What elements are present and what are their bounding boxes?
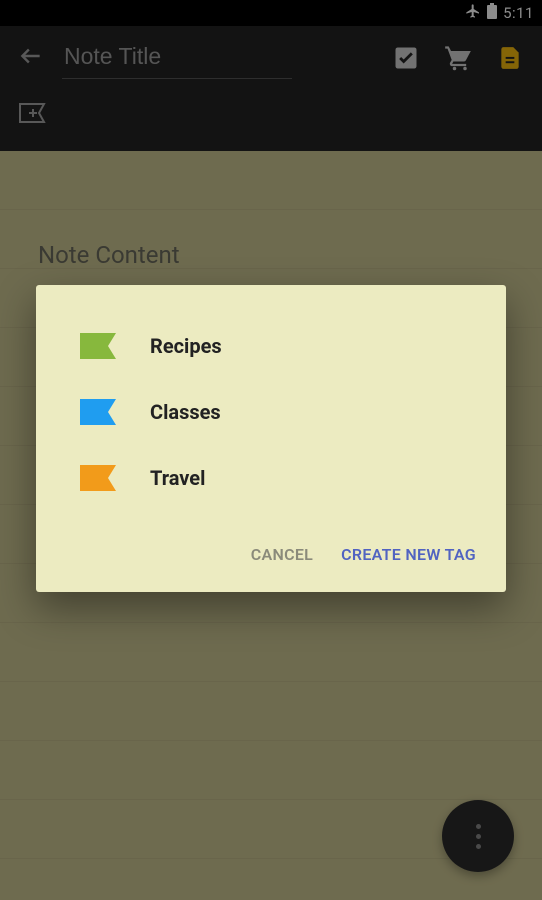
tag-label: Travel (150, 466, 205, 490)
tag-item-travel[interactable]: Travel (36, 445, 506, 511)
tag-flag-icon (80, 333, 116, 359)
create-new-tag-button[interactable]: CREATE NEW TAG (341, 545, 476, 564)
tag-label: Classes (150, 400, 221, 424)
cancel-button[interactable]: CANCEL (251, 545, 313, 564)
tag-item-classes[interactable]: Classes (36, 379, 506, 445)
tag-label: Recipes (150, 334, 222, 358)
tag-item-recipes[interactable]: Recipes (36, 313, 506, 379)
dialog-buttons: CANCEL CREATE NEW TAG (36, 521, 506, 592)
tag-flag-icon (80, 399, 116, 425)
tag-picker-dialog: Recipes Classes Travel CANCEL CREATE NEW… (36, 285, 506, 592)
tag-flag-icon (80, 465, 116, 491)
